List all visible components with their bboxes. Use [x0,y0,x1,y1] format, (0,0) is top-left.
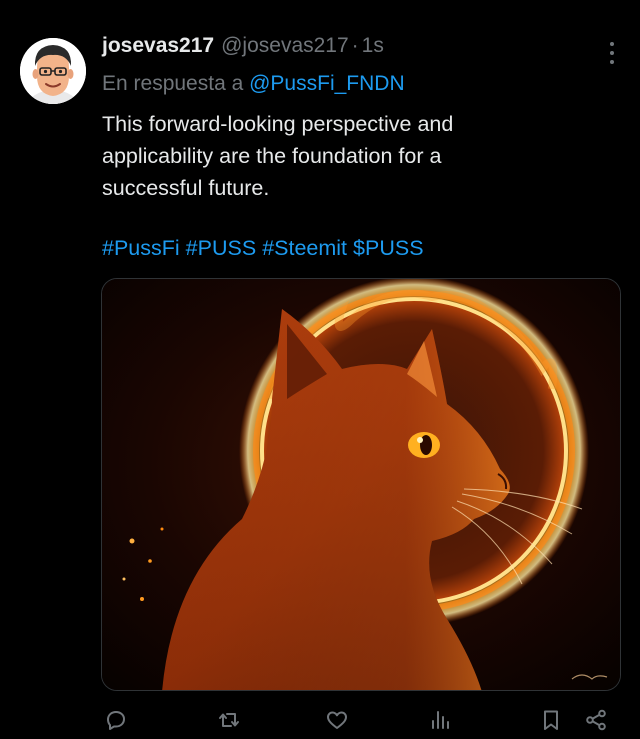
tweet-header: josevas217 @josevas217 · 1s [102,34,384,66]
views-icon[interactable] [426,706,454,734]
separator-dot: · [351,34,359,57]
hashtag-link[interactable]: #Steemit [262,236,347,260]
hashtag-link[interactable]: #PussFi [102,236,180,260]
avatar[interactable] [20,38,86,104]
cat-eclipse-image [102,279,620,690]
tweet-image[interactable] [101,278,621,691]
like-icon[interactable] [323,706,351,734]
tweet-text: This forward-looking perspective and app… [102,108,602,204]
reply-icon[interactable] [102,706,130,734]
tweet-text-line: This forward-looking perspective and [102,112,454,136]
display-name[interactable]: josevas217 [102,34,214,58]
hashtag-link[interactable]: #PUSS [186,236,257,260]
cashtag-link[interactable]: $PUSS [353,236,424,260]
share-icon[interactable] [582,706,610,734]
user-handle[interactable]: @josevas217 [221,34,349,58]
tweet-text-line: successful future. [102,176,270,200]
tweet[interactable]: josevas217 @josevas217 · 1s En respuesta… [0,0,640,739]
retweet-icon[interactable] [215,706,243,734]
action-bar [0,700,640,739]
more-options-icon[interactable] [606,42,618,66]
reply-prefix: En respuesta a [102,72,244,95]
tweet-text-line: applicability are the foundation for a [102,144,442,168]
reply-mention-link[interactable]: @PussFi_FNDN [249,72,405,95]
bookmark-icon[interactable] [537,706,565,734]
reply-context: En respuesta a @PussFi_FNDN [102,72,405,96]
avatar-memoji-icon [20,38,86,104]
timestamp[interactable]: 1s [362,34,384,58]
hashtags: #PussFi #PUSS #Steemit $PUSS [102,236,430,261]
